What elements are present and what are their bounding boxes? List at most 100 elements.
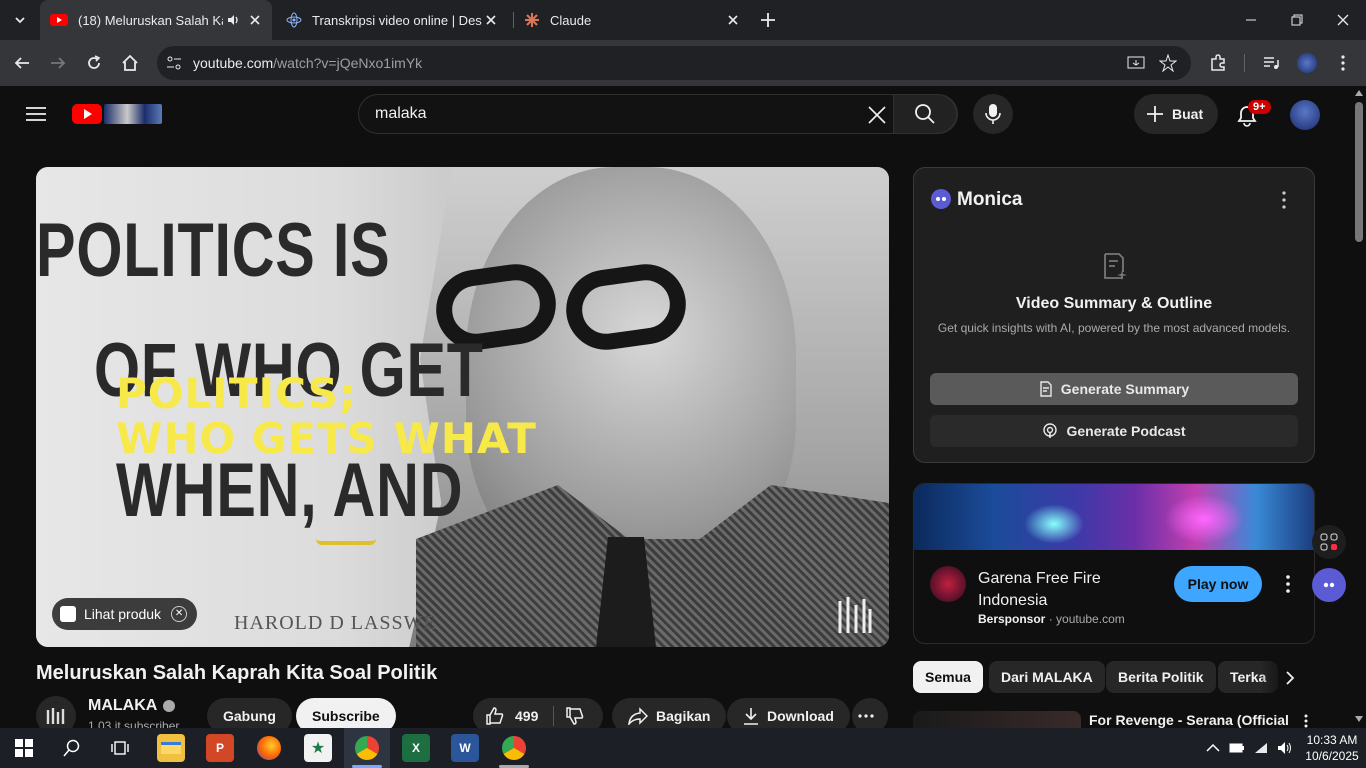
powerpoint-button[interactable]: P (206, 734, 234, 762)
browser-menu-button[interactable] (1332, 52, 1354, 74)
chip-all[interactable]: Semua (913, 661, 983, 693)
ad-meta: Bersponsor · youtube.com (978, 612, 1125, 626)
thumbs-down-icon[interactable] (565, 706, 585, 726)
close-window-button[interactable] (1320, 0, 1366, 40)
chevron-up-icon[interactable] (1205, 740, 1221, 756)
battery-icon[interactable] (1229, 740, 1245, 756)
chip-political-news[interactable]: Berita Politik (1106, 661, 1216, 693)
tab-youtube[interactable]: (18) Meluruskan Salah Kaprah Kita Soal P… (40, 0, 272, 40)
search-icon (63, 739, 80, 757)
document-sparkle-icon (1104, 253, 1127, 280)
url-text[interactable]: youtube.com/watch?v=jQeNxo1imYk (193, 55, 422, 71)
ad-banner-image[interactable] (914, 484, 1314, 550)
taskbar-search-button[interactable] (58, 734, 86, 762)
task-view-button[interactable] (106, 734, 134, 762)
monica-apps-button[interactable] (1312, 525, 1346, 559)
doodle-logo-image (104, 104, 162, 124)
profile-avatar (1297, 53, 1317, 73)
like-count[interactable]: 499 (515, 708, 538, 724)
notification-count-badge: 9+ (1248, 100, 1271, 114)
generate-summary-button[interactable]: Generate Summary (930, 373, 1298, 405)
sticky-app-button[interactable]: ★ (304, 734, 332, 762)
more-vertical-icon[interactable] (1284, 574, 1292, 594)
create-button[interactable]: Buat (1134, 94, 1218, 134)
document-icon (1040, 381, 1052, 397)
shopping-bag-icon (60, 606, 76, 622)
hamburger-menu-icon[interactable] (26, 106, 46, 122)
restore-icon (1291, 14, 1303, 26)
media-control-button[interactable] (1260, 52, 1282, 74)
system-clock[interactable]: 10:33 AM 10/6/2025 (1300, 732, 1364, 764)
address-bar[interactable]: youtube.com/watch?v=jQeNxo1imYk (157, 46, 1191, 80)
like-separator (553, 706, 554, 726)
verified-badge-icon (163, 700, 176, 712)
chevron-right-icon[interactable] (1280, 668, 1300, 688)
speaker-icon[interactable] (226, 13, 240, 27)
tab-claude[interactable]: Claude (514, 0, 750, 40)
volume-icon[interactable] (1277, 740, 1293, 756)
back-button[interactable] (10, 51, 34, 75)
more-vertical-icon[interactable] (1280, 190, 1288, 210)
more-horizontal-icon (858, 714, 874, 718)
arrow-left-icon (14, 57, 29, 69)
thumbs-up-icon[interactable] (485, 706, 505, 726)
channel-watermark-icon[interactable] (838, 595, 872, 635)
chevron-down-icon (15, 17, 25, 24)
restore-button[interactable] (1274, 0, 1320, 40)
clock-time: 10:33 AM (1306, 733, 1358, 747)
youtube-favicon-icon (50, 14, 68, 26)
chip-from-channel[interactable]: Dari MALAKA (989, 661, 1105, 693)
tab-search-button[interactable] (6, 6, 34, 34)
clear-search-icon[interactable] (867, 105, 887, 125)
page-scrollbar[interactable] (1352, 86, 1366, 728)
scroll-thumb[interactable] (1355, 102, 1363, 242)
excel-button[interactable]: X (402, 734, 430, 762)
account-avatar[interactable] (1290, 100, 1320, 130)
search-button[interactable] (893, 94, 957, 134)
bookmark-star-icon[interactable] (1159, 54, 1177, 72)
profile-button[interactable] (1296, 52, 1318, 74)
more-vertical-icon[interactable] (1303, 714, 1309, 728)
minimize-button[interactable] (1228, 0, 1274, 40)
ad-title[interactable]: Garena Free Fire Indonesia (978, 568, 1168, 612)
recommended-video-thumbnail[interactable] (913, 711, 1081, 728)
scroll-up-arrow-icon[interactable] (1355, 90, 1363, 96)
close-tab-icon[interactable] (484, 13, 498, 27)
recommended-video-title[interactable]: For Revenge - Serana (Official (1089, 712, 1289, 728)
generate-podcast-button[interactable]: Generate Podcast (930, 415, 1298, 447)
video-player[interactable]: POLITICS IS OF WHO GET WHEN, AND POLITIC… (36, 167, 889, 647)
tab-desgram[interactable]: Transkripsi video online | Desgram (276, 0, 508, 40)
forward-button[interactable] (46, 51, 70, 75)
youtube-logo[interactable] (72, 104, 162, 124)
monica-assistant-button[interactable] (1312, 568, 1346, 602)
install-app-icon[interactable] (1127, 54, 1145, 72)
firefox-button[interactable] (255, 734, 283, 762)
scroll-down-arrow-icon[interactable] (1355, 716, 1363, 722)
close-tab-icon[interactable] (726, 13, 740, 27)
chrome-button[interactable] (353, 734, 381, 762)
extensions-button[interactable] (1207, 52, 1229, 74)
dismiss-chip-icon[interactable]: ✕ (171, 606, 188, 622)
thumbnail-headline-1: POLITICS; (116, 369, 357, 418)
voice-search-button[interactable] (973, 94, 1013, 134)
powerpoint-icon: P (215, 741, 224, 755)
close-tab-icon[interactable] (248, 13, 262, 27)
home-button[interactable] (118, 51, 142, 75)
sponsored-ad-card[interactable]: Garena Free Fire Indonesia Bersponsor · … (913, 483, 1315, 644)
file-explorer-button[interactable] (157, 734, 185, 762)
view-products-chip[interactable]: Lihat produk ✕ (52, 598, 198, 630)
reload-button[interactable] (82, 51, 106, 75)
start-button[interactable] (10, 734, 38, 762)
search-input[interactable] (375, 105, 855, 123)
create-label: Buat (1172, 106, 1204, 122)
wifi-icon[interactable] (1253, 740, 1269, 756)
play-now-button[interactable]: Play now (1174, 566, 1262, 602)
advertiser-avatar[interactable] (930, 566, 966, 602)
view-products-label: Lihat produk (84, 606, 162, 622)
chrome-profile-button[interactable] (500, 734, 528, 762)
new-tab-plus-icon[interactable] (758, 10, 778, 30)
generate-podcast-label: Generate Podcast (1066, 423, 1186, 439)
word-button[interactable]: W (451, 734, 479, 762)
channel-name[interactable]: MALAKA (88, 697, 176, 715)
site-info-icon[interactable] (165, 54, 183, 72)
